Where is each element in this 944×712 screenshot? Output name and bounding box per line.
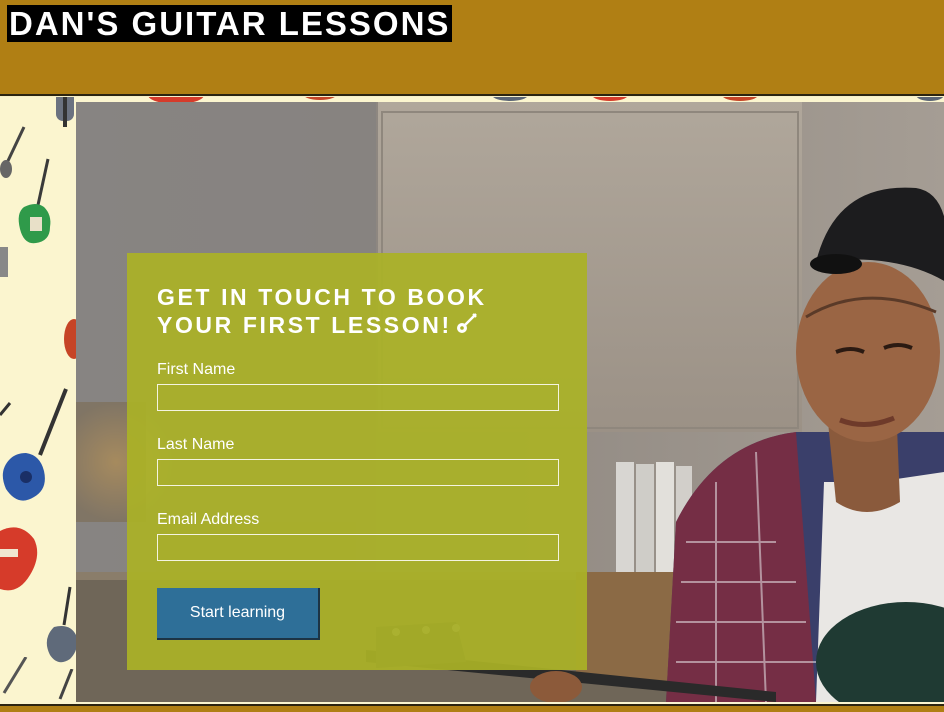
guitar-icon	[46, 586, 78, 663]
guitar-icon	[0, 388, 68, 501]
first-name-label: First Name	[157, 361, 236, 378]
form-heading-text: GET IN TOUCH TO BOOK YOUR FIRST LESSON!	[157, 284, 487, 338]
site-title[interactable]: DAN'S GUITAR LESSONS	[7, 5, 453, 42]
start-learning-button[interactable]: Start learning	[157, 588, 320, 640]
guitar-icon	[305, 97, 335, 100]
guitar-icon	[0, 247, 8, 277]
site-header: DAN'S GUITAR LESSONS	[0, 0, 944, 96]
first-name-input[interactable]	[157, 384, 559, 411]
footer-bar	[0, 704, 944, 712]
booking-form: GET IN TOUCH TO BOOK YOUR FIRST LESSON! …	[127, 253, 587, 670]
last-name-label: Last Name	[157, 436, 235, 453]
guitar-icon	[0, 527, 38, 591]
guitar-icon	[58, 669, 74, 700]
guitar-icon	[454, 312, 478, 342]
form-heading: GET IN TOUCH TO BOOK YOUR FIRST LESSON!	[157, 283, 559, 342]
guitar-icon	[18, 158, 51, 244]
email-address-input[interactable]	[157, 534, 559, 561]
email-address-label: Email Address	[157, 511, 260, 528]
last-name-input[interactable]	[157, 459, 559, 486]
guitar-icon	[2, 657, 28, 694]
